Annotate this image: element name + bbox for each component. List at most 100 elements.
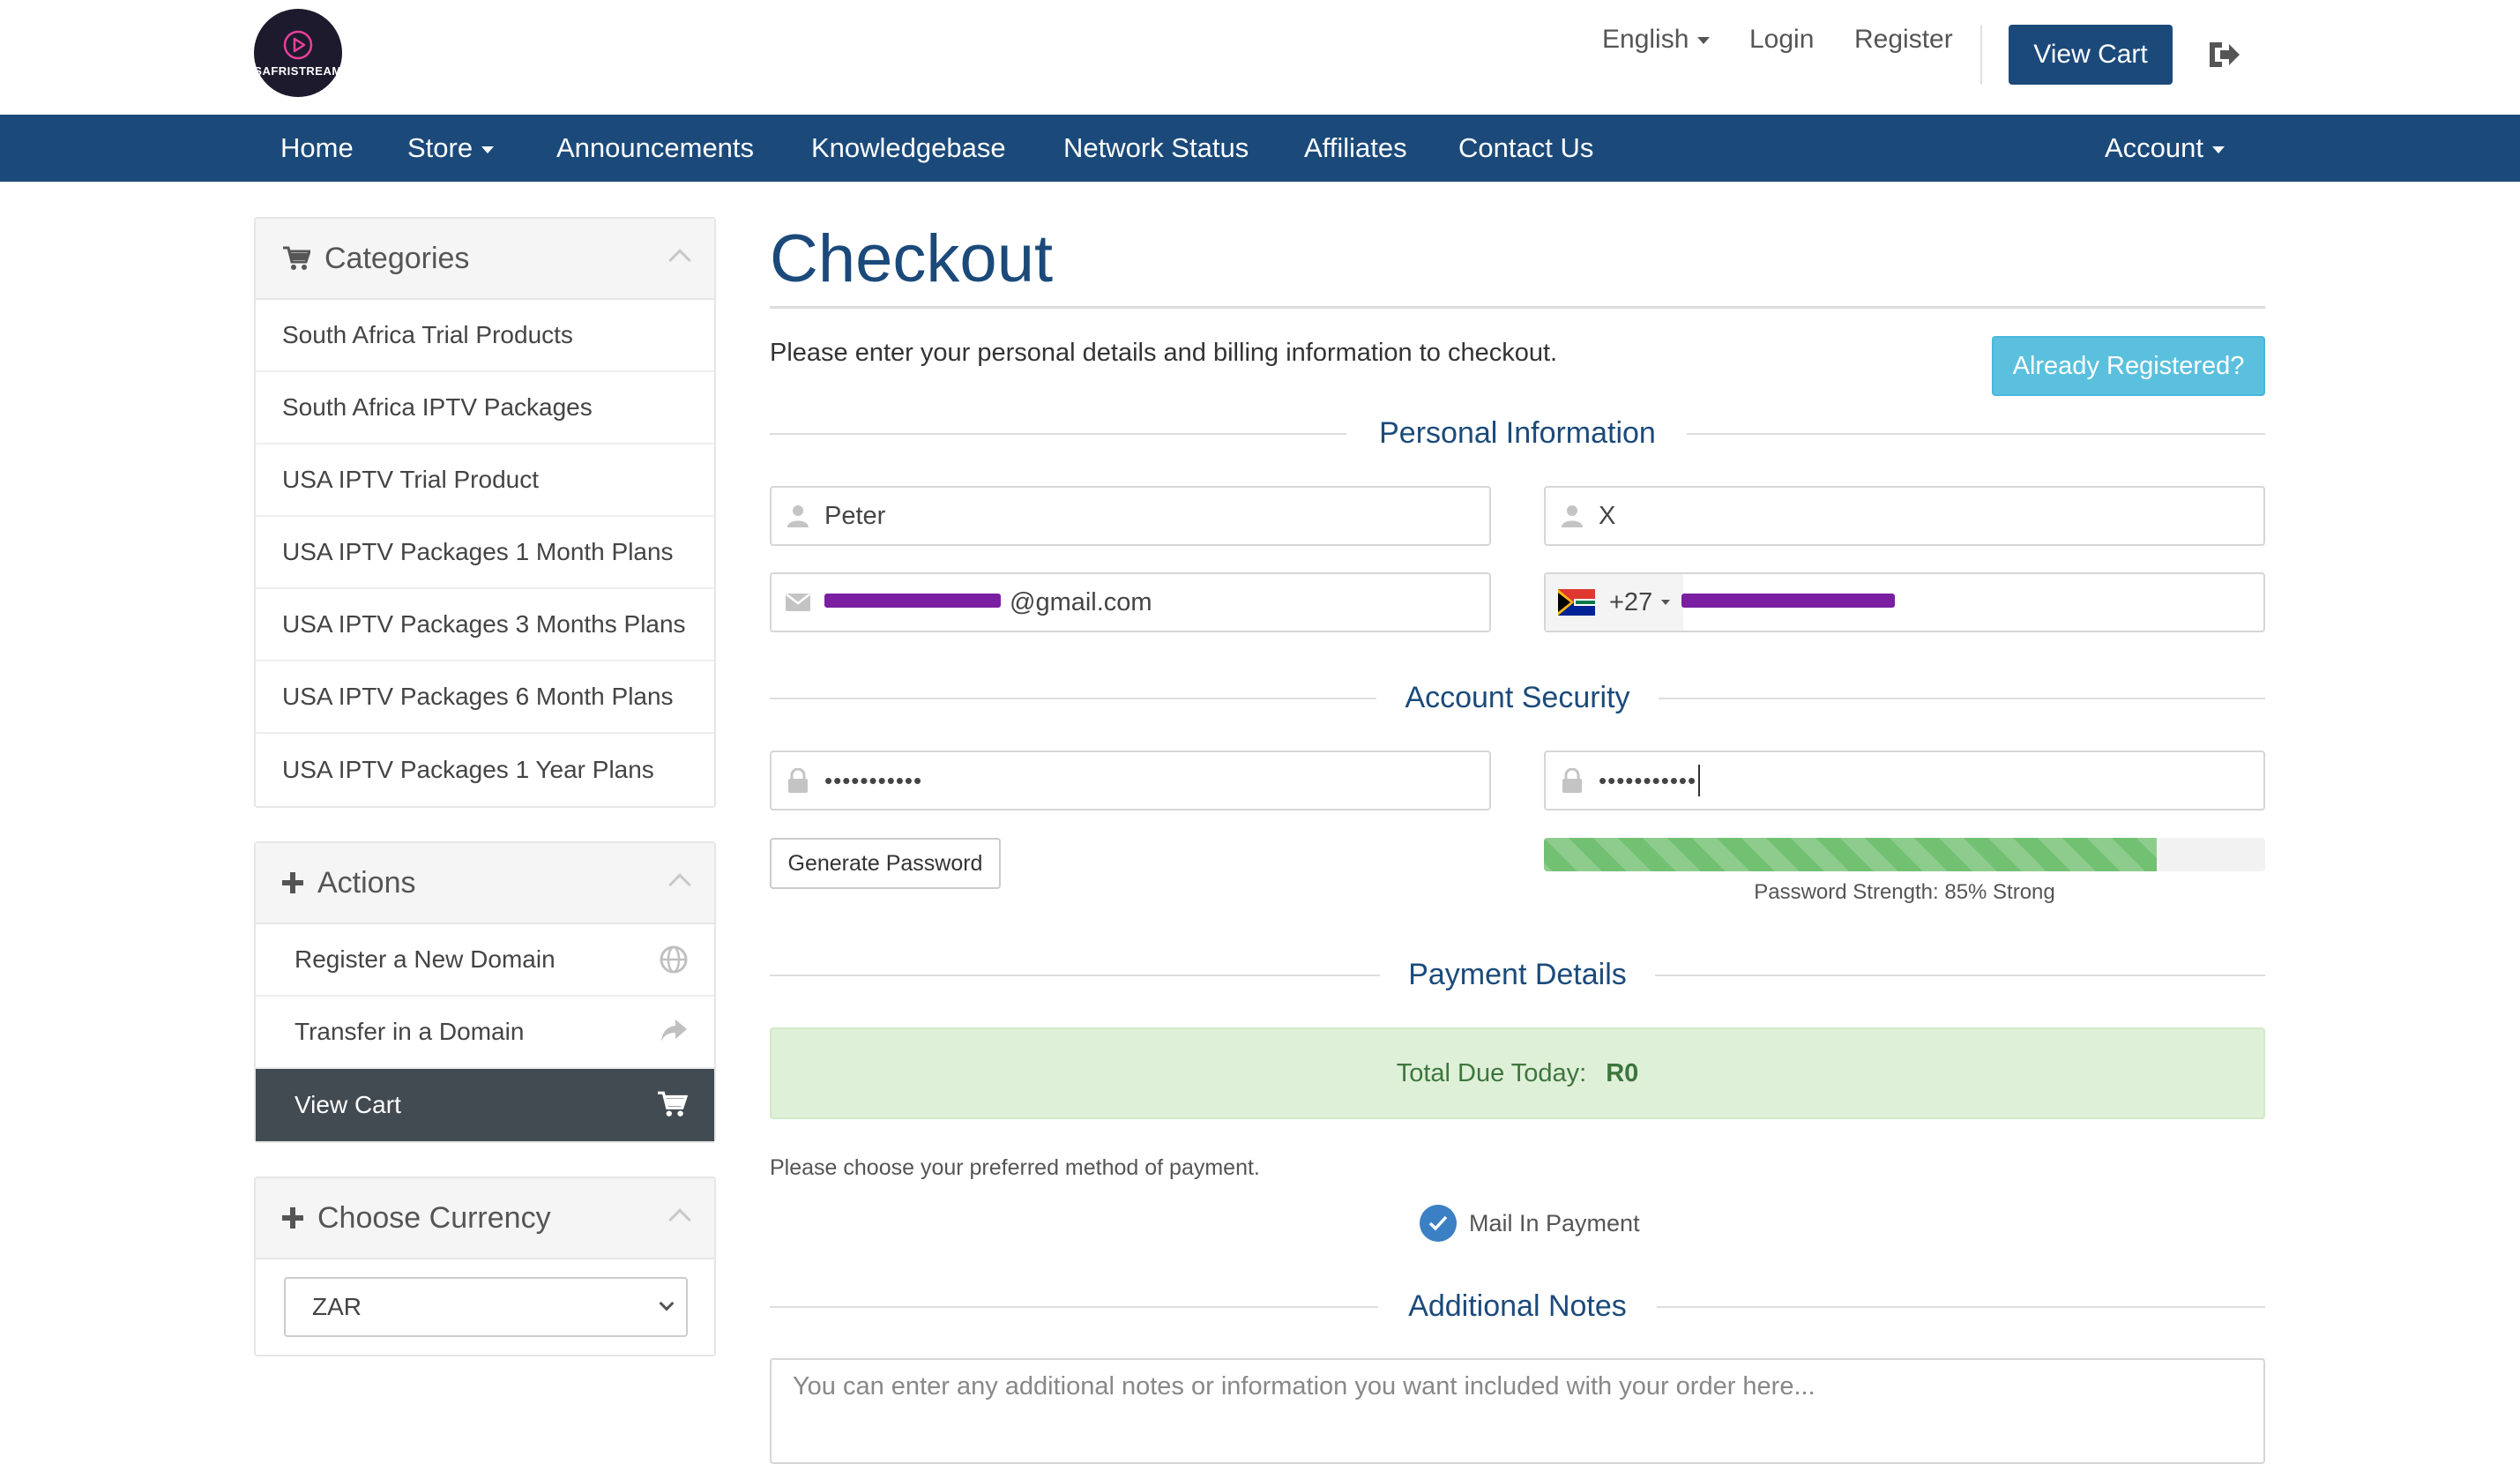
view-cart-button[interactable]: View Cart (2009, 25, 2173, 85)
cart-icon (283, 246, 310, 270)
nav-announcements[interactable]: Announcements (556, 115, 754, 182)
email-value: @gmail.com (1010, 587, 1152, 616)
currency-select[interactable]: ZAR (284, 1277, 688, 1337)
user-icon (1562, 505, 1583, 527)
actions-header[interactable]: Actions (256, 843, 714, 924)
phone-code-value: +27 (1609, 587, 1653, 616)
payment-method-label: Mail In Payment (1469, 1209, 1640, 1236)
south-africa-flag-icon (1558, 589, 1595, 616)
nav-home[interactable]: Home (280, 115, 354, 182)
currency-panel: Choose Currency ZAR (254, 1176, 716, 1356)
chevron-up-icon[interactable] (668, 1208, 691, 1231)
last-name-field[interactable]: X (1544, 486, 2265, 546)
section-title: Payment Details (1380, 958, 1655, 991)
generate-password-button[interactable]: Generate Password (770, 838, 1001, 889)
nav-knowledgebase[interactable]: Knowledgebase (811, 115, 1006, 182)
personal-info-heading: Personal Information (770, 416, 2265, 452)
category-item[interactable]: USA IPTV Packages 1 Year Plans (256, 734, 714, 806)
additional-notes-textarea[interactable]: You can enter any additional notes or in… (770, 1358, 2265, 1464)
caret-down-icon (1697, 37, 1711, 45)
country-code-selector[interactable]: +27 (1546, 574, 1683, 631)
total-value: R0 (1606, 1058, 1639, 1087)
redaction-mark (824, 594, 1001, 608)
first-name-value: Peter (824, 501, 886, 530)
language-selector[interactable]: English (1602, 25, 1711, 55)
confirm-password-value: ••••••••••• (1599, 766, 1697, 794)
categories-title: Categories (324, 241, 470, 275)
payment-prompt: Please choose your preferred method of p… (770, 1155, 1260, 1180)
last-name-value: X (1599, 501, 1616, 530)
play-logo-icon (283, 30, 313, 59)
email-field[interactable]: @gmail.com (770, 572, 1491, 632)
check-circle-icon[interactable] (1420, 1205, 1457, 1242)
password-strength-bar (1544, 838, 2265, 871)
total-label: Total Due Today: (1396, 1058, 1587, 1087)
plus-icon (282, 1207, 303, 1229)
password-field[interactable]: ••••••••••• (770, 751, 1491, 810)
action-label: Transfer in a Domain (294, 1018, 525, 1045)
password-strength-fill (1544, 838, 2158, 871)
nav-account[interactable]: Account (2105, 115, 2226, 182)
brand-logo[interactable]: SAFRISTREAM (254, 9, 342, 97)
section-title: Personal Information (1351, 416, 1684, 450)
category-item[interactable]: South Africa IPTV Packages (256, 372, 714, 444)
currency-title: Choose Currency (317, 1200, 551, 1235)
text-cursor (1698, 765, 1701, 796)
section-title: Additional Notes (1380, 1289, 1655, 1323)
currency-value: ZAR (312, 1293, 362, 1320)
action-label: View Cart (294, 1091, 401, 1118)
caret-down-icon (2212, 146, 2226, 153)
password-value: ••••••••••• (824, 766, 923, 794)
already-registered-button[interactable]: Already Registered? (1992, 336, 2265, 396)
lock-icon (1562, 768, 1582, 793)
chevron-up-icon[interactable] (668, 873, 691, 896)
page-title: Checkout (770, 221, 1054, 296)
category-item[interactable]: USA IPTV Packages 6 Month Plans (256, 661, 714, 734)
user-icon (787, 505, 809, 527)
actions-title: Actions (317, 865, 416, 900)
checkout-intro: Please enter your personal details and b… (770, 339, 1558, 367)
envelope-icon (786, 594, 810, 611)
redaction-mark (1681, 594, 1895, 608)
categories-header[interactable]: Categories (256, 219, 714, 300)
category-item[interactable]: USA IPTV Packages 1 Month Plans (256, 517, 714, 589)
nav-contact-us[interactable]: Contact Us (1458, 115, 1593, 182)
header-divider (1980, 25, 1982, 85)
plus-icon (282, 872, 303, 893)
transfer-domain-action[interactable]: Transfer in a Domain (256, 997, 714, 1069)
confirm-password-field[interactable]: ••••••••••• (1544, 751, 2265, 810)
view-cart-action[interactable]: View Cart (256, 1069, 714, 1141)
register-link[interactable]: Register (1854, 25, 1953, 55)
nav-network-status[interactable]: Network Status (1063, 115, 1249, 182)
caret-down-icon (1661, 600, 1671, 605)
currency-header[interactable]: Choose Currency (256, 1178, 714, 1259)
categories-panel: Categories South Africa Trial Products S… (254, 217, 716, 808)
caret-down-icon (481, 146, 495, 153)
category-item[interactable]: USA IPTV Packages 3 Months Plans (256, 589, 714, 661)
nav-store[interactable]: Store (407, 115, 495, 182)
payment-details-heading: Payment Details (770, 958, 2265, 993)
section-title: Account Security (1376, 681, 1659, 714)
login-link[interactable]: Login (1749, 25, 1814, 55)
category-item[interactable]: South Africa Trial Products (256, 300, 714, 372)
account-security-heading: Account Security (770, 681, 2265, 716)
category-item[interactable]: USA IPTV Trial Product (256, 444, 714, 517)
brand-name: SAFRISTREAM (254, 63, 342, 78)
globe-icon (660, 945, 688, 974)
register-domain-action[interactable]: Register a New Domain (256, 924, 714, 997)
chevron-up-icon[interactable] (668, 249, 691, 272)
cart-icon (658, 1091, 688, 1117)
chevron-down-icon (659, 1296, 675, 1311)
total-due-box: Total Due Today: R0 (770, 1027, 2265, 1119)
lock-icon (788, 768, 808, 793)
nav-affiliates[interactable]: Affiliates (1304, 115, 1407, 182)
main-navbar: Home Store Announcements Knowledgebase N… (0, 115, 2520, 182)
share-arrow-icon (661, 1020, 687, 1042)
first-name-field[interactable]: Peter (770, 486, 1491, 546)
payment-method-option[interactable]: Mail In Payment (1420, 1205, 1640, 1242)
title-divider (770, 306, 2265, 309)
password-strength-text: Password Strength: 85% Strong (1754, 880, 2055, 904)
logout-icon[interactable] (2206, 39, 2243, 71)
phone-field[interactable]: +27 (1544, 572, 2265, 632)
notes-placeholder: You can enter any additional notes or in… (793, 1372, 1815, 1401)
